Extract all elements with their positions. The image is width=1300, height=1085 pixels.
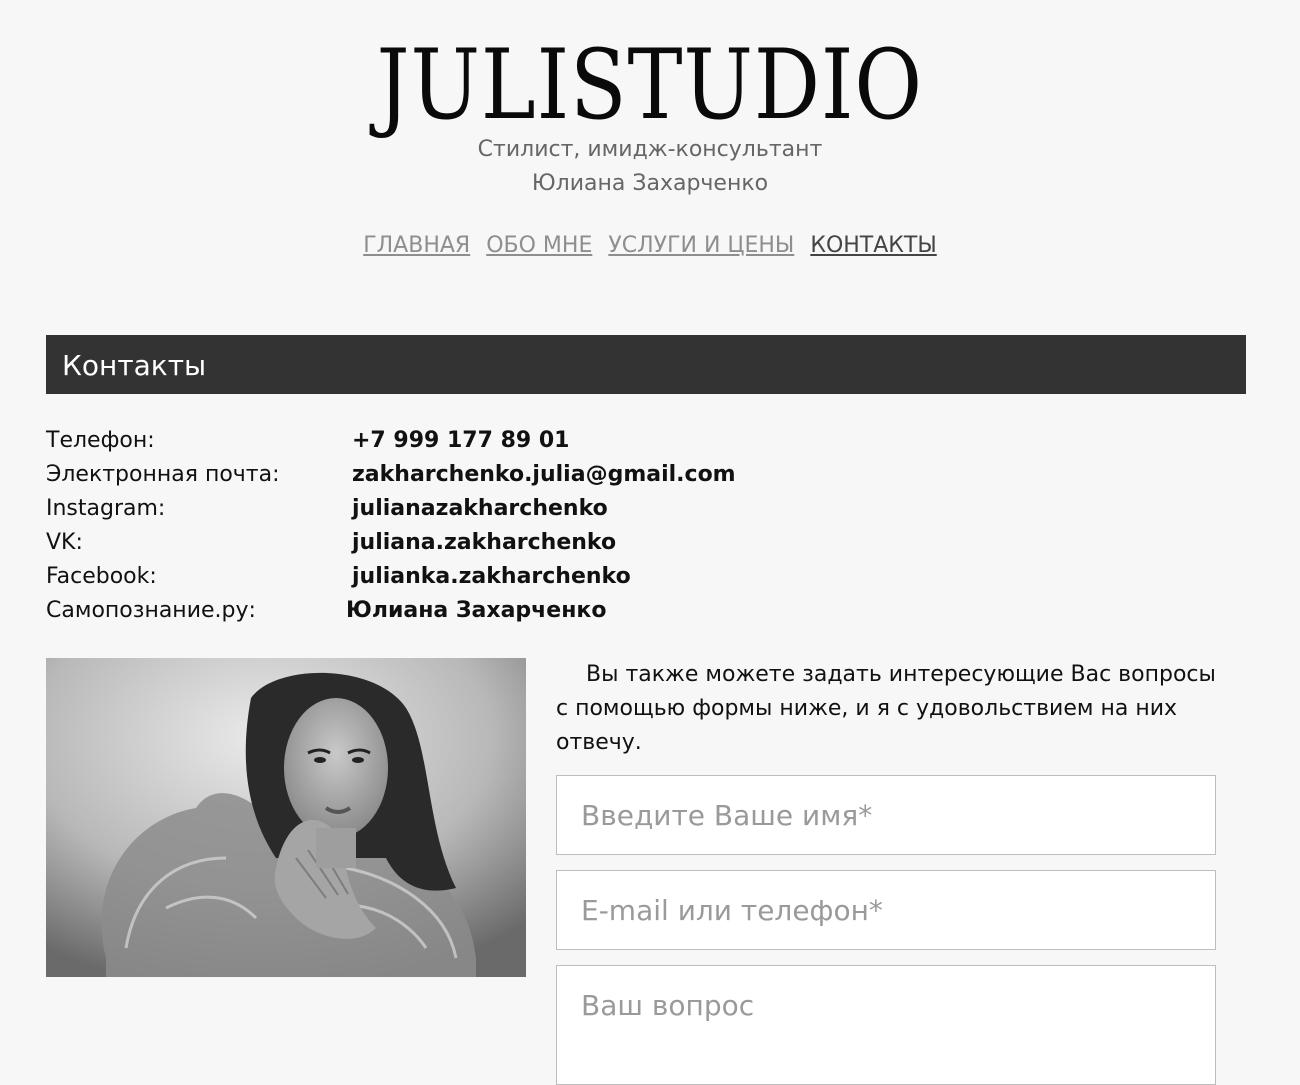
contact-label: Самопознание.ру: <box>46 598 256 623</box>
contact-value-instagram[interactable]: julianazakharchenko <box>352 492 608 526</box>
question-textarea[interactable] <box>556 965 1216 1085</box>
contact-value-phone[interactable]: +7 999 177 89 01 <box>352 424 569 458</box>
contact-row-vk: VK: juliana.zakharchenko <box>46 526 846 560</box>
contact-value-samopoznanie[interactable]: Юлиана Захарченко <box>346 594 606 628</box>
nav-item-about[interactable]: ОБО МНЕ <box>486 226 592 266</box>
contact-label: Телефон: <box>46 428 155 453</box>
contact-row-facebook: Facebook: julianka.zakharchenko <box>46 560 846 594</box>
portrait-illustration <box>46 658 526 977</box>
contact-row-samopoznanie: Самопознание.ру: Юлиана Захарченко <box>46 594 846 628</box>
nav-item-services[interactable]: УСЛУГИ И ЦЕНЫ <box>608 226 794 266</box>
contact-label: Электронная почта: <box>46 462 280 487</box>
contacts-list: Телефон: +7 999 177 89 01 Электронная по… <box>46 424 846 628</box>
site-subtitle-role: Стилист, имидж-консультант <box>477 137 823 162</box>
contact-value-email[interactable]: zakharchenko.julia@gmail.com <box>352 458 736 492</box>
contact-row-phone: Телефон: +7 999 177 89 01 <box>46 424 846 458</box>
contact-label: Instagram: <box>46 496 166 521</box>
nav-item-home[interactable]: ГЛАВНАЯ <box>363 226 470 266</box>
contact-label: Facebook: <box>46 564 157 589</box>
nav-item-contacts[interactable]: КОНТАКТЫ <box>810 226 936 266</box>
main-nav: ГЛАВНАЯ ОБО МНЕ УСЛУГИ И ЦЕНЫ КОНТАКТЫ <box>0 226 1300 266</box>
portrait-photo <box>46 658 526 977</box>
contact-row-instagram: Instagram: julianazakharchenko <box>46 492 846 526</box>
contact-value-facebook[interactable]: julianka.zakharchenko <box>352 560 631 594</box>
contact-input[interactable] <box>556 870 1216 950</box>
form-intro-text: Вы также можете задать интересующие Вас … <box>556 662 1216 755</box>
site-subtitle-name: Юлиана Захарченко <box>531 171 769 196</box>
section-title-bar: Контакты <box>46 335 1246 394</box>
contact-row-email: Электронная почта: zakharchenko.julia@gm… <box>46 458 846 492</box>
site-logo[interactable]: JULISTUDIO <box>91 30 1209 140</box>
contact-label: VK: <box>46 530 83 555</box>
name-input[interactable] <box>556 775 1216 855</box>
contact-value-vk[interactable]: juliana.zakharchenko <box>352 526 616 560</box>
section-title: Контакты <box>62 349 207 382</box>
